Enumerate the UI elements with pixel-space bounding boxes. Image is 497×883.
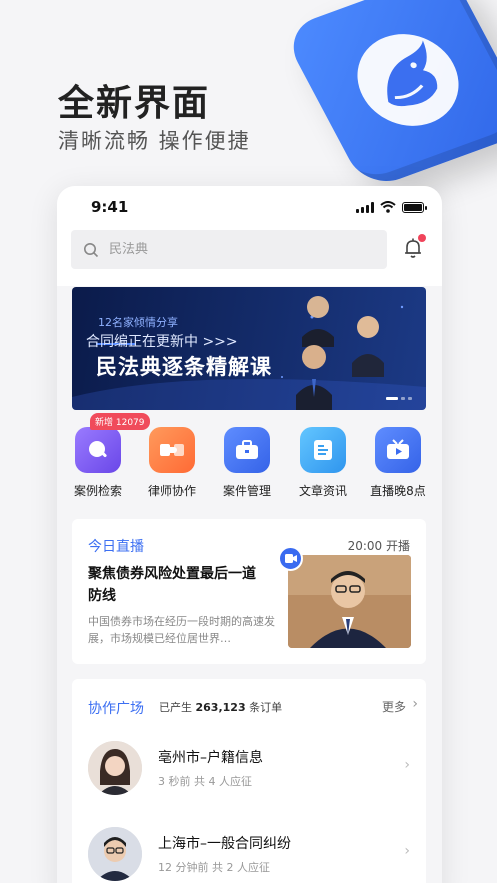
avatar [88, 741, 142, 795]
banner-title: 民法典逐条精解课 [96, 355, 272, 379]
phone-frame: 9:41 民法典 12名家倾情分享 合同编正在更新中 >>> 民法典逐条精解课 … [57, 186, 442, 883]
banner-line2: 合同编正在更新中 >>> [86, 334, 238, 350]
collab-stat: 已产生 263,123 条订单 [159, 701, 283, 714]
signal-icon [356, 201, 374, 213]
quick-actions: 案例检索 新增 12079 律师协作 案件管理 文章资讯 直播晚8点 [57, 413, 442, 507]
battery-icon [402, 201, 427, 213]
search-icon [84, 242, 99, 257]
quick-item-label: 直播晚8点 [370, 484, 426, 498]
more-link[interactable]: 更多 [382, 698, 406, 715]
banner-line1: 12名家倾情分享 [98, 316, 178, 329]
notification-dot [418, 234, 426, 242]
video-icon [375, 427, 421, 473]
live-header: 今日直播 [88, 539, 144, 555]
live-title: 聚焦债券风险处置最后一道防线 [88, 566, 256, 604]
live-card[interactable]: 今日直播 20:00 开播 聚焦债券风险处置最后一道防线 中国债券市场在经历一段… [72, 519, 426, 664]
collab-item-meta: 12 分钟前 共 2 人应征 [158, 861, 270, 874]
quick-item-label: 案例检索 [73, 484, 122, 498]
course-banner[interactable]: 12名家倾情分享 合同编正在更新中 >>> 民法典逐条精解课 [72, 287, 426, 410]
live-camera-icon [278, 546, 303, 571]
quick-item-live[interactable]: 直播晚8点 [360, 427, 436, 499]
collab-item[interactable]: 亳州市–户籍信息 3 秒前 共 4 人应征 › [72, 741, 426, 811]
collab-header: 协作广场 [88, 701, 144, 717]
speakers-photo [296, 296, 384, 410]
live-thumbnail [288, 555, 411, 648]
live-description: 中国债券市场在经历一段时期的高速发展，市场规模已经位居世界… [88, 615, 275, 645]
app-logo-icon [280, 0, 497, 192]
quick-item-label: 律师协作 [147, 484, 196, 498]
quick-item-articles[interactable]: 文章资讯 [285, 427, 361, 499]
search-bar[interactable] [71, 230, 387, 269]
search-input[interactable] [109, 242, 339, 257]
quick-item-case-search[interactable]: 案例检索 新增 12079 [60, 413, 150, 499]
live-start-time: 20:00 开播 [347, 539, 410, 553]
collab-item-title: 亳州市–户籍信息 [158, 750, 263, 766]
status-time: 9:41 [91, 198, 129, 216]
quick-item-label: 文章资讯 [298, 484, 347, 498]
promo-title: 全新界面 [58, 83, 211, 124]
briefcase-icon [224, 427, 270, 473]
chevron-right-icon[interactable]: › [412, 696, 418, 712]
collab-item-meta: 3 秒前 共 4 人应征 [158, 775, 252, 788]
search-case-icon [75, 427, 121, 473]
quick-item-label: 案件管理 [222, 484, 271, 498]
status-bar: 9:41 [57, 186, 442, 228]
banner-pager [386, 397, 412, 400]
chevron-right-icon: › [404, 757, 410, 773]
quick-item-lawyer-collab[interactable]: 律师协作 [134, 427, 210, 499]
handshake-icon [149, 427, 195, 473]
article-icon [300, 427, 346, 473]
collab-card: 协作广场 已产生 263,123 条订单 更多 › 亳州市–户籍信息 3 秒前 … [72, 679, 426, 883]
collab-item[interactable]: 上海市–一般合同纠纷 12 分钟前 共 2 人应征 › [72, 827, 426, 883]
quick-item-case-management[interactable]: 案件管理 [209, 427, 285, 499]
avatar [88, 827, 142, 881]
wifi-icon [380, 201, 396, 213]
promo-subtitle: 清晰流畅 操作便捷 [58, 129, 251, 153]
chevron-right-icon: › [404, 843, 410, 859]
collab-item-title: 上海市–一般合同纠纷 [158, 836, 291, 852]
